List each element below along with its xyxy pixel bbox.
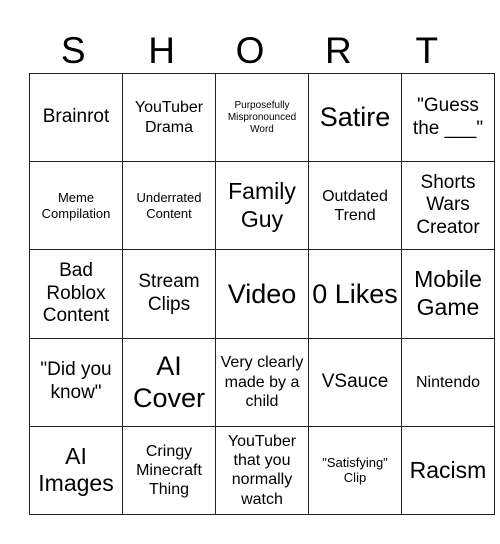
bingo-cell[interactable]: Satire — [308, 72, 402, 163]
bingo-cell[interactable]: Underrated Content — [122, 161, 216, 251]
bingo-row: Meme Compilation Underrated Content Family… — [29, 161, 495, 251]
bingo-cell[interactable]: Cringy Minecraft Thing — [122, 425, 216, 516]
bingo-cell[interactable]: Nintendo — [401, 337, 495, 427]
bingo-cell[interactable]: Very clearly made by a child — [215, 337, 309, 427]
header-letter: S — [60, 30, 86, 71]
header-letter: H — [148, 30, 175, 71]
bingo-cell[interactable]: Meme Compilation — [29, 161, 123, 251]
bingo-cell[interactable]: Video — [215, 249, 309, 339]
bingo-cell[interactable]: AI Images — [29, 425, 123, 516]
bingo-cell[interactable]: YouTuber that you normally watch — [215, 425, 309, 516]
bingo-cell[interactable]: Mobile Game — [401, 249, 495, 339]
bingo-cell[interactable]: "Satisfying" Clip — [308, 425, 402, 516]
bingo-cell[interactable]: Stream Clips — [122, 249, 216, 339]
bingo-row: AI Images Cringy Minecraft Thing YouTuber … — [29, 425, 495, 516]
header-letter: O — [235, 30, 265, 71]
bingo-header: S H O R T — [29, 28, 471, 73]
bingo-row: Bad Roblox Content Stream Clips Video 0 Lik… — [29, 249, 495, 339]
bingo-cell[interactable]: Outdated Trend — [308, 161, 402, 251]
bingo-cell[interactable]: Brainrot — [29, 72, 123, 163]
bingo-cell[interactable]: Bad Roblox Content — [29, 249, 123, 339]
bingo-cell[interactable]: 0 Likes — [308, 249, 402, 339]
bingo-cell[interactable]: YouTuber Drama — [122, 72, 216, 163]
bingo-cell[interactable]: "Guess the ___" — [401, 72, 495, 163]
bingo-board: Brainrot YouTuber Drama Purposefully Mispr… — [29, 72, 495, 516]
bingo-cell[interactable]: Family Guy — [215, 161, 309, 251]
bingo-cell[interactable]: VSauce — [308, 337, 402, 427]
bingo-cell[interactable]: "Did you know" — [29, 337, 123, 427]
bingo-cell[interactable]: Racism — [401, 425, 495, 516]
bingo-cell[interactable]: Shorts Wars Creator — [401, 161, 495, 251]
bingo-row: "Did you know" AI Cover Very clearly made … — [29, 337, 495, 427]
bingo-cell[interactable]: AI Cover — [122, 337, 216, 427]
header-letter: T — [415, 30, 439, 71]
header-letter: R — [325, 30, 352, 71]
bingo-cell[interactable]: Purposefully Mispronounced Word — [215, 72, 309, 163]
bingo-row: Brainrot YouTuber Drama Purposefully Mispr… — [29, 72, 495, 163]
